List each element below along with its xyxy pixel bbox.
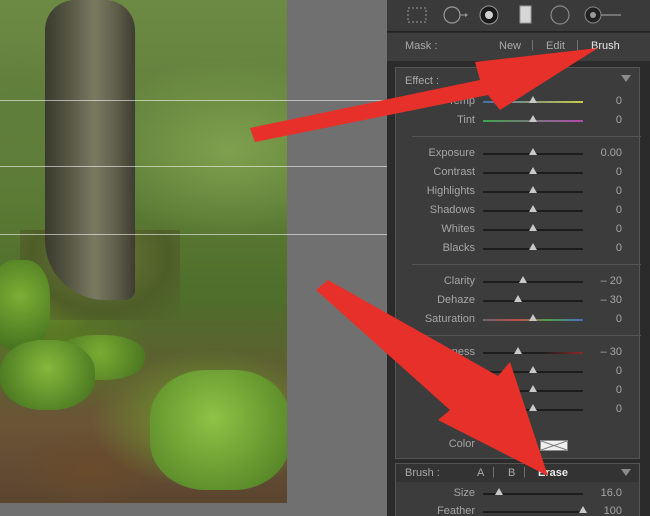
marquee-icon[interactable] bbox=[405, 3, 429, 27]
mask-row: Mask : New | Edit | Brush bbox=[387, 33, 650, 61]
slider-track[interactable] bbox=[483, 281, 583, 283]
feather-slider-track[interactable] bbox=[483, 511, 583, 513]
brush-separator: | bbox=[492, 466, 495, 478]
effect-section: Effect : Color Temp 0 Tint 0 Exposure 0.00 Con… bbox=[395, 67, 641, 459]
slider-value[interactable]: 0 bbox=[582, 365, 622, 377]
size-slider-thumb[interactable] bbox=[495, 488, 503, 495]
mask-separator: | bbox=[576, 39, 579, 51]
slider-label: Highlights bbox=[426, 185, 475, 197]
lightroom-screen: Mask : New | Edit | Brush Effect : Color… bbox=[0, 0, 650, 516]
slider-value[interactable]: 0 bbox=[582, 242, 622, 254]
guide-line bbox=[0, 234, 400, 235]
mask-brush-button[interactable]: Brush bbox=[591, 40, 620, 52]
slider-label: Tint bbox=[457, 114, 475, 126]
slider-value[interactable]: 0 bbox=[582, 114, 622, 126]
slider-thumb[interactable] bbox=[529, 366, 537, 373]
brush-separator: | bbox=[523, 466, 526, 478]
brush-section: Brush : A | B | Erase Size 16.0 Feather … bbox=[395, 463, 640, 516]
section-divider bbox=[412, 136, 641, 137]
slider-value[interactable]: 0 bbox=[582, 313, 622, 325]
slider-value[interactable]: 0.00 bbox=[582, 147, 622, 159]
brush-label: Brush : bbox=[405, 467, 440, 479]
color-swatch[interactable] bbox=[540, 440, 568, 451]
feather-value[interactable]: 100 bbox=[582, 505, 622, 516]
slider-value[interactable]: 0 bbox=[582, 403, 622, 415]
guide-line bbox=[0, 166, 400, 167]
brush-erase-button[interactable]: Erase bbox=[538, 467, 568, 479]
slider-thumb[interactable] bbox=[519, 276, 527, 283]
moss-patch bbox=[0, 260, 50, 350]
adjustment-brush-icon[interactable] bbox=[583, 3, 623, 27]
mask-edit-button[interactable]: Edit bbox=[546, 40, 565, 52]
slider-thumb[interactable] bbox=[529, 243, 537, 250]
slider-value[interactable]: 0 bbox=[582, 166, 622, 178]
slider-label: Whites bbox=[441, 223, 475, 235]
slider-thumb[interactable] bbox=[514, 295, 522, 302]
brush-b-button[interactable]: B bbox=[508, 467, 515, 479]
tool-strip bbox=[387, 0, 650, 32]
section-divider bbox=[412, 335, 641, 336]
slider-thumb[interactable] bbox=[529, 186, 537, 193]
slider-thumb[interactable] bbox=[514, 347, 522, 354]
mask-new-button[interactable]: New bbox=[499, 40, 521, 52]
slider-label: Shadows bbox=[429, 204, 475, 216]
slider-value[interactable]: 0 bbox=[582, 95, 622, 107]
collapse-icon[interactable] bbox=[621, 75, 631, 82]
slider-value[interactable]: 0 bbox=[582, 384, 622, 396]
mask-label: Mask : bbox=[405, 40, 438, 52]
feather-label: Feather bbox=[437, 505, 475, 516]
size-label: Size bbox=[453, 487, 475, 499]
collapse-icon[interactable] bbox=[621, 469, 631, 476]
slider-label: Noise bbox=[446, 365, 475, 377]
slider-track[interactable] bbox=[483, 352, 583, 354]
slider-label: Clarity bbox=[443, 275, 475, 287]
slider-value[interactable]: – 20 bbox=[582, 275, 622, 287]
spot-removal-icon[interactable] bbox=[441, 3, 468, 27]
slider-label: Temp bbox=[448, 95, 475, 107]
slider-label: Saturation bbox=[424, 313, 475, 325]
slider-value[interactable]: 0 bbox=[582, 204, 622, 216]
slider-thumb[interactable] bbox=[529, 224, 537, 231]
slider-label: Exposure bbox=[428, 147, 475, 159]
photo-preview[interactable] bbox=[0, 0, 287, 503]
mask-separator: | bbox=[531, 39, 534, 51]
slider-label: Dehaze bbox=[437, 294, 475, 306]
size-value[interactable]: 16.0 bbox=[582, 487, 622, 499]
slider-thumb[interactable] bbox=[529, 314, 537, 321]
slider-thumb[interactable] bbox=[529, 148, 537, 155]
brush-header: Brush : A | B | Erase bbox=[396, 464, 639, 482]
color-label: Color bbox=[448, 438, 475, 450]
slider-thumb[interactable] bbox=[529, 404, 537, 411]
guide-line bbox=[0, 100, 400, 101]
slider-label: Contrast bbox=[433, 166, 475, 178]
slider-thumb[interactable] bbox=[529, 115, 537, 122]
effect-label: Effect : bbox=[405, 75, 440, 87]
graduated-filter-icon[interactable] bbox=[514, 3, 538, 27]
red-eye-icon[interactable] bbox=[477, 3, 501, 27]
slider-value[interactable]: 0 bbox=[582, 185, 622, 197]
tree-trunk bbox=[45, 0, 135, 300]
radial-filter-icon[interactable] bbox=[548, 3, 572, 27]
slider-value[interactable]: 0 bbox=[582, 223, 622, 235]
brush-a-button[interactable]: A bbox=[477, 467, 484, 479]
slider-label: Sharpness bbox=[422, 346, 475, 358]
slider-thumb[interactable] bbox=[529, 96, 537, 103]
slider-thumb[interactable] bbox=[529, 167, 537, 174]
slider-value[interactable]: – 30 bbox=[582, 346, 622, 358]
section-divider bbox=[412, 264, 641, 265]
slider-thumb[interactable] bbox=[529, 385, 537, 392]
moss-patch bbox=[150, 370, 287, 490]
slider-track[interactable] bbox=[483, 300, 583, 302]
slider-thumb[interactable] bbox=[529, 205, 537, 212]
moss-patch bbox=[0, 340, 95, 410]
slider-label: Blacks bbox=[442, 242, 475, 254]
slider-value[interactable]: – 30 bbox=[582, 294, 622, 306]
local-adjustment-panel: Mask : New | Edit | Brush Effect : Color… bbox=[387, 0, 650, 516]
